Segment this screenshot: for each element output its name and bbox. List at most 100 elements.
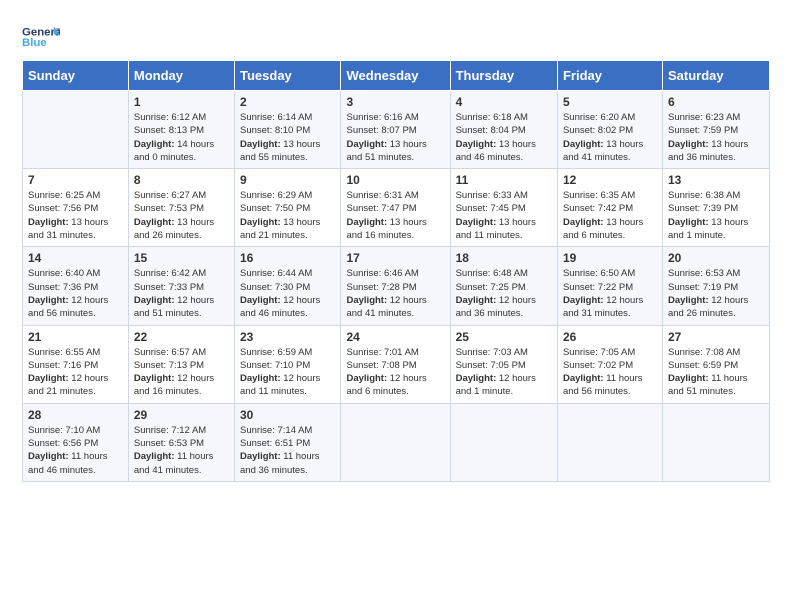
day-info: Sunrise: 6:31 AMSunset: 7:47 PMDaylight:… bbox=[346, 189, 444, 242]
calendar-cell: 26 Sunrise: 7:05 AMSunset: 7:02 PMDayligh… bbox=[557, 325, 662, 403]
day-info: Sunrise: 6:44 AMSunset: 7:30 PMDaylight:… bbox=[240, 267, 335, 320]
calendar-cell: 27 Sunrise: 7:08 AMSunset: 6:59 PMDayligh… bbox=[662, 325, 769, 403]
calendar-cell: 18 Sunrise: 6:48 AMSunset: 7:25 PMDayligh… bbox=[450, 247, 557, 325]
calendar-cell: 13 Sunrise: 6:38 AMSunset: 7:39 PMDayligh… bbox=[662, 169, 769, 247]
week-row-4: 21 Sunrise: 6:55 AMSunset: 7:16 PMDayligh… bbox=[23, 325, 770, 403]
day-info: Sunrise: 7:12 AMSunset: 6:53 PMDaylight:… bbox=[134, 424, 229, 477]
day-info: Sunrise: 6:48 AMSunset: 7:25 PMDaylight:… bbox=[456, 267, 552, 320]
day-number: 12 bbox=[563, 173, 657, 187]
calendar-table: SundayMondayTuesdayWednesdayThursdayFrid… bbox=[22, 60, 770, 482]
day-info: Sunrise: 6:59 AMSunset: 7:10 PMDaylight:… bbox=[240, 346, 335, 399]
day-number: 10 bbox=[346, 173, 444, 187]
week-row-2: 7 Sunrise: 6:25 AMSunset: 7:56 PMDaylight… bbox=[23, 169, 770, 247]
day-info: Sunrise: 7:05 AMSunset: 7:02 PMDaylight:… bbox=[563, 346, 657, 399]
day-number: 2 bbox=[240, 95, 335, 109]
day-number: 1 bbox=[134, 95, 229, 109]
calendar-cell bbox=[662, 403, 769, 481]
day-number: 9 bbox=[240, 173, 335, 187]
day-info: Sunrise: 6:40 AMSunset: 7:36 PMDaylight:… bbox=[28, 267, 123, 320]
calendar-cell: 30 Sunrise: 7:14 AMSunset: 6:51 PMDayligh… bbox=[235, 403, 341, 481]
calendar-cell: 17 Sunrise: 6:46 AMSunset: 7:28 PMDayligh… bbox=[341, 247, 450, 325]
calendar-cell: 8 Sunrise: 6:27 AMSunset: 7:53 PMDaylight… bbox=[128, 169, 234, 247]
weekday-header-tuesday: Tuesday bbox=[235, 61, 341, 91]
weekday-header-row: SundayMondayTuesdayWednesdayThursdayFrid… bbox=[23, 61, 770, 91]
week-row-1: 1 Sunrise: 6:12 AMSunset: 8:13 PMDaylight… bbox=[23, 91, 770, 169]
logo: General Blue bbox=[22, 22, 60, 52]
calendar-cell: 5Sunrise: 6:20 AMSunset: 8:02 PMDaylight… bbox=[557, 91, 662, 169]
calendar-cell bbox=[557, 403, 662, 481]
day-info: Sunrise: 6:16 AMSunset: 8:07 PMDaylight:… bbox=[346, 111, 444, 164]
day-number: 7 bbox=[28, 173, 123, 187]
calendar-cell: 21 Sunrise: 6:55 AMSunset: 7:16 PMDayligh… bbox=[23, 325, 129, 403]
day-number: 11 bbox=[456, 173, 552, 187]
day-info: Sunrise: 6:23 AMSunset: 7:59 PMDaylight:… bbox=[668, 111, 764, 164]
calendar-cell: 10 Sunrise: 6:31 AMSunset: 7:47 PMDayligh… bbox=[341, 169, 450, 247]
calendar-cell: 19 Sunrise: 6:50 AMSunset: 7:22 PMDayligh… bbox=[557, 247, 662, 325]
day-info: Sunrise: 6:18 AMSunset: 8:04 PMDaylight:… bbox=[456, 111, 552, 164]
day-info: Sunrise: 6:25 AMSunset: 7:56 PMDaylight:… bbox=[28, 189, 123, 242]
calendar-cell: 1 Sunrise: 6:12 AMSunset: 8:13 PMDaylight… bbox=[128, 91, 234, 169]
calendar-cell: 16Sunrise: 6:44 AMSunset: 7:30 PMDayligh… bbox=[235, 247, 341, 325]
page: General Blue SundayMondayTuesdayWednesda… bbox=[0, 0, 792, 612]
calendar-cell: 29 Sunrise: 7:12 AMSunset: 6:53 PMDayligh… bbox=[128, 403, 234, 481]
day-number: 3 bbox=[346, 95, 444, 109]
day-info: Sunrise: 6:38 AMSunset: 7:39 PMDaylight:… bbox=[668, 189, 764, 242]
weekday-header-saturday: Saturday bbox=[662, 61, 769, 91]
day-number: 17 bbox=[346, 251, 444, 265]
day-info: Sunrise: 6:46 AMSunset: 7:28 PMDaylight:… bbox=[346, 267, 444, 320]
calendar-cell: 28Sunrise: 7:10 AMSunset: 6:56 PMDayligh… bbox=[23, 403, 129, 481]
day-number: 14 bbox=[28, 251, 123, 265]
day-number: 8 bbox=[134, 173, 229, 187]
calendar-cell: 12 Sunrise: 6:35 AMSunset: 7:42 PMDayligh… bbox=[557, 169, 662, 247]
calendar-cell: 7 Sunrise: 6:25 AMSunset: 7:56 PMDaylight… bbox=[23, 169, 129, 247]
calendar-cell: 15Sunrise: 6:42 AMSunset: 7:33 PMDayligh… bbox=[128, 247, 234, 325]
day-info: Sunrise: 6:35 AMSunset: 7:42 PMDaylight:… bbox=[563, 189, 657, 242]
weekday-header-friday: Friday bbox=[557, 61, 662, 91]
calendar-cell: 3 Sunrise: 6:16 AMSunset: 8:07 PMDaylight… bbox=[341, 91, 450, 169]
day-number: 6 bbox=[668, 95, 764, 109]
day-info: Sunrise: 7:10 AMSunset: 6:56 PMDaylight:… bbox=[28, 424, 123, 477]
day-info: Sunrise: 6:50 AMSunset: 7:22 PMDaylight:… bbox=[563, 267, 657, 320]
calendar-cell: 23 Sunrise: 6:59 AMSunset: 7:10 PMDayligh… bbox=[235, 325, 341, 403]
day-number: 25 bbox=[456, 330, 552, 344]
weekday-header-monday: Monday bbox=[128, 61, 234, 91]
day-info: Sunrise: 7:03 AMSunset: 7:05 PMDaylight:… bbox=[456, 346, 552, 399]
day-number: 13 bbox=[668, 173, 764, 187]
day-info: Sunrise: 6:12 AMSunset: 8:13 PMDaylight:… bbox=[134, 111, 229, 164]
svg-text:Blue: Blue bbox=[22, 37, 47, 49]
day-info: Sunrise: 7:08 AMSunset: 6:59 PMDaylight:… bbox=[668, 346, 764, 399]
day-number: 24 bbox=[346, 330, 444, 344]
day-number: 18 bbox=[456, 251, 552, 265]
calendar-cell: 25 Sunrise: 7:03 AMSunset: 7:05 PMDayligh… bbox=[450, 325, 557, 403]
weekday-header-wednesday: Wednesday bbox=[341, 61, 450, 91]
calendar-cell: 11 Sunrise: 6:33 AMSunset: 7:45 PMDayligh… bbox=[450, 169, 557, 247]
week-row-3: 14 Sunrise: 6:40 AMSunset: 7:36 PMDayligh… bbox=[23, 247, 770, 325]
calendar-cell: 22 Sunrise: 6:57 AMSunset: 7:13 PMDayligh… bbox=[128, 325, 234, 403]
calendar-cell: 9Sunrise: 6:29 AMSunset: 7:50 PMDaylight… bbox=[235, 169, 341, 247]
calendar-cell: 6 Sunrise: 6:23 AMSunset: 7:59 PMDaylight… bbox=[662, 91, 769, 169]
day-number: 29 bbox=[134, 408, 229, 422]
day-info: Sunrise: 6:57 AMSunset: 7:13 PMDaylight:… bbox=[134, 346, 229, 399]
day-number: 20 bbox=[668, 251, 764, 265]
calendar-cell bbox=[341, 403, 450, 481]
calendar-cell bbox=[23, 91, 129, 169]
header-row: General Blue bbox=[22, 18, 770, 52]
day-number: 19 bbox=[563, 251, 657, 265]
day-info: Sunrise: 6:27 AMSunset: 7:53 PMDaylight:… bbox=[134, 189, 229, 242]
weekday-header-thursday: Thursday bbox=[450, 61, 557, 91]
day-info: Sunrise: 6:55 AMSunset: 7:16 PMDaylight:… bbox=[28, 346, 123, 399]
day-number: 22 bbox=[134, 330, 229, 344]
day-info: Sunrise: 6:53 AMSunset: 7:19 PMDaylight:… bbox=[668, 267, 764, 320]
day-number: 21 bbox=[28, 330, 123, 344]
day-number: 26 bbox=[563, 330, 657, 344]
day-number: 5 bbox=[563, 95, 657, 109]
day-number: 30 bbox=[240, 408, 335, 422]
day-number: 4 bbox=[456, 95, 552, 109]
day-info: Sunrise: 6:14 AMSunset: 8:10 PMDaylight:… bbox=[240, 111, 335, 164]
day-info: Sunrise: 7:14 AMSunset: 6:51 PMDaylight:… bbox=[240, 424, 335, 477]
logo-svg: General Blue bbox=[22, 22, 60, 52]
day-number: 27 bbox=[668, 330, 764, 344]
day-number: 15 bbox=[134, 251, 229, 265]
day-number: 23 bbox=[240, 330, 335, 344]
day-info: Sunrise: 6:33 AMSunset: 7:45 PMDaylight:… bbox=[456, 189, 552, 242]
